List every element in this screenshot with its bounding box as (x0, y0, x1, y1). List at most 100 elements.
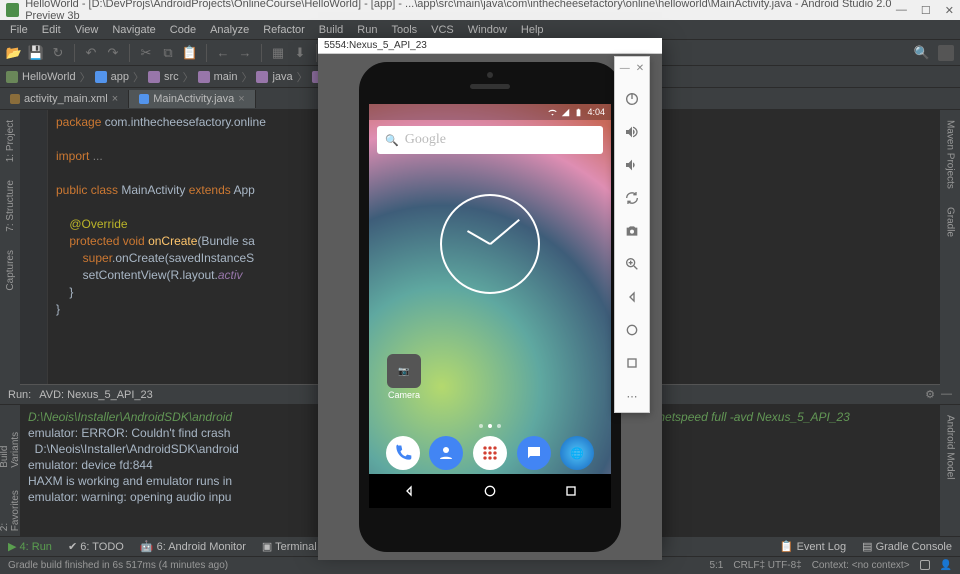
menu-navigate[interactable]: Navigate (106, 22, 161, 38)
hector-icon[interactable]: 👤 (940, 560, 952, 571)
context[interactable]: Context: <no context> (812, 560, 910, 571)
menu-edit[interactable]: Edit (36, 22, 67, 38)
folder-icon (256, 71, 268, 83)
rotate-icon[interactable] (622, 188, 642, 208)
crumb-app[interactable]: app (111, 71, 129, 83)
maximize-icon[interactable]: ☐ (921, 4, 931, 17)
status-msg: Gradle build finished in 6s 517ms (4 min… (8, 560, 228, 571)
home-nav-icon[interactable] (482, 483, 498, 499)
run-tool-button[interactable]: ▶ 4: Run (8, 540, 52, 553)
profile-icon[interactable] (938, 45, 954, 61)
menu-window[interactable]: Window (462, 22, 513, 38)
page-indicator (369, 424, 611, 428)
recents-nav-icon[interactable] (563, 483, 579, 499)
back-icon[interactable]: ← (215, 45, 231, 61)
settings-icon[interactable]: ⚙ (925, 388, 935, 401)
phone-frame: 4:04 🔍 Google 📷 Camera 🌐 (359, 62, 621, 552)
menu-run[interactable]: Run (351, 22, 383, 38)
phone-screen[interactable]: 4:04 🔍 Google 📷 Camera 🌐 (369, 104, 611, 508)
camera-app-icon[interactable]: 📷 Camera (387, 354, 421, 400)
emulator-body: 4:04 🔍 Google 📷 Camera 🌐 (318, 54, 662, 560)
window-titlebar: HelloWorld - [D:\DevProjs\AndroidProject… (0, 0, 960, 20)
browser-app-icon[interactable]: 🌐 (560, 436, 594, 470)
zoom-icon[interactable] (622, 254, 642, 274)
left-sidebar: 1: Project 7: Structure Captures (0, 110, 20, 385)
crumb-main[interactable]: main (214, 71, 238, 83)
power-icon[interactable] (622, 89, 642, 109)
sidebar-build-variants[interactable]: Build Variants (0, 411, 21, 472)
open-icon[interactable]: 📂 (6, 45, 22, 61)
menu-tools[interactable]: Tools (385, 22, 423, 38)
sidebar-structure[interactable]: 7: Structure (5, 176, 16, 236)
menu-analyze[interactable]: Analyze (204, 22, 255, 38)
tab-activity-main[interactable]: activity_main.xml× (0, 90, 129, 108)
menu-vcs[interactable]: VCS (425, 22, 460, 38)
cut-icon[interactable]: ✂ (138, 45, 154, 61)
sync-icon[interactable]: ↻ (50, 45, 66, 61)
app-icon (6, 3, 19, 17)
search-icon[interactable]: 🔍 (914, 45, 930, 61)
folder-icon (148, 71, 160, 83)
tab-mainactivity[interactable]: MainActivity.java× (129, 90, 256, 108)
gradle-console-button[interactable]: ▤ Gradle Console (862, 540, 952, 553)
more-icon[interactable]: ⋯ (622, 386, 642, 406)
emu-close-icon[interactable]: ✕ (636, 63, 644, 74)
todo-button[interactable]: ✔ 6: TODO (68, 540, 124, 553)
menu-view[interactable]: View (69, 22, 105, 38)
menu-refactor[interactable]: Refactor (257, 22, 311, 38)
menu-code[interactable]: Code (164, 22, 202, 38)
menubar: File Edit View Navigate Code Analyze Ref… (0, 20, 960, 40)
minimize-icon[interactable]: ― (896, 4, 907, 17)
screenshot-icon[interactable] (622, 221, 642, 241)
volume-up-icon[interactable] (622, 122, 642, 142)
volume-down-icon[interactable] (622, 155, 642, 175)
android-monitor-button[interactable]: 🤖 6: Android Monitor (140, 540, 246, 553)
phone-app-icon[interactable] (386, 436, 420, 470)
tab-close-icon[interactable]: × (238, 93, 244, 105)
forward-icon[interactable]: → (237, 45, 253, 61)
menu-help[interactable]: Help (515, 22, 550, 38)
undo-icon[interactable]: ↶ (83, 45, 99, 61)
sidebar-favorites[interactable]: 2: Favorites (0, 482, 21, 535)
copy-icon[interactable]: ⧉ (160, 45, 176, 61)
google-search-widget[interactable]: 🔍 Google (377, 126, 603, 154)
terminal-button[interactable]: ▣ Terminal (262, 540, 317, 553)
back-nav-icon[interactable] (401, 483, 417, 499)
redo-icon[interactable]: ↷ (105, 45, 121, 61)
emulator-toolbar: ― ✕ ⋯ (614, 56, 650, 413)
phone-speaker (470, 84, 510, 89)
paste-icon[interactable]: 📋 (182, 45, 198, 61)
emulator-window[interactable]: 5554:Nexus_5_API_23 4:04 🔍 Google 📷 (318, 38, 662, 550)
avd-icon[interactable]: ▦ (270, 45, 286, 61)
sidebar-maven[interactable]: Maven Projects (945, 116, 956, 193)
lock-icon[interactable] (920, 560, 930, 570)
apps-drawer-icon[interactable] (473, 436, 507, 470)
emu-back-icon[interactable] (622, 287, 642, 307)
emu-recents-icon[interactable] (622, 353, 642, 373)
encoding[interactable]: CRLF‡ UTF-8‡ (733, 560, 801, 571)
sdk-icon[interactable]: ⬇ (292, 45, 308, 61)
sidebar-android-model[interactable]: Android Model (945, 411, 956, 483)
crumb-java[interactable]: java (272, 71, 292, 83)
tab-close-icon[interactable]: × (112, 93, 118, 105)
sidebar-project[interactable]: 1: Project (5, 116, 16, 166)
contacts-app-icon[interactable] (429, 436, 463, 470)
save-icon[interactable]: 💾 (28, 45, 44, 61)
crumb-project[interactable]: HelloWorld (22, 71, 76, 83)
analog-clock-widget[interactable] (440, 194, 540, 294)
emu-minimize-icon[interactable]: ― (620, 63, 630, 74)
menu-build[interactable]: Build (313, 22, 349, 38)
emu-home-icon[interactable] (622, 320, 642, 340)
crumb-src[interactable]: src (164, 71, 179, 83)
event-log-button[interactable]: 📋 Event Log (780, 540, 846, 553)
run-config[interactable]: AVD: Nexus_5_API_23 (39, 389, 153, 401)
close-icon[interactable]: ✕ (945, 4, 954, 17)
messages-app-icon[interactable] (517, 436, 551, 470)
sidebar-gradle[interactable]: Gradle (945, 203, 956, 241)
status-bar-android: 4:04 (369, 104, 611, 120)
menu-file[interactable]: File (4, 22, 34, 38)
project-icon (6, 71, 18, 83)
clock-text: 4:04 (587, 107, 605, 117)
sidebar-captures[interactable]: Captures (5, 246, 16, 295)
hide-icon[interactable]: ― (941, 388, 952, 401)
